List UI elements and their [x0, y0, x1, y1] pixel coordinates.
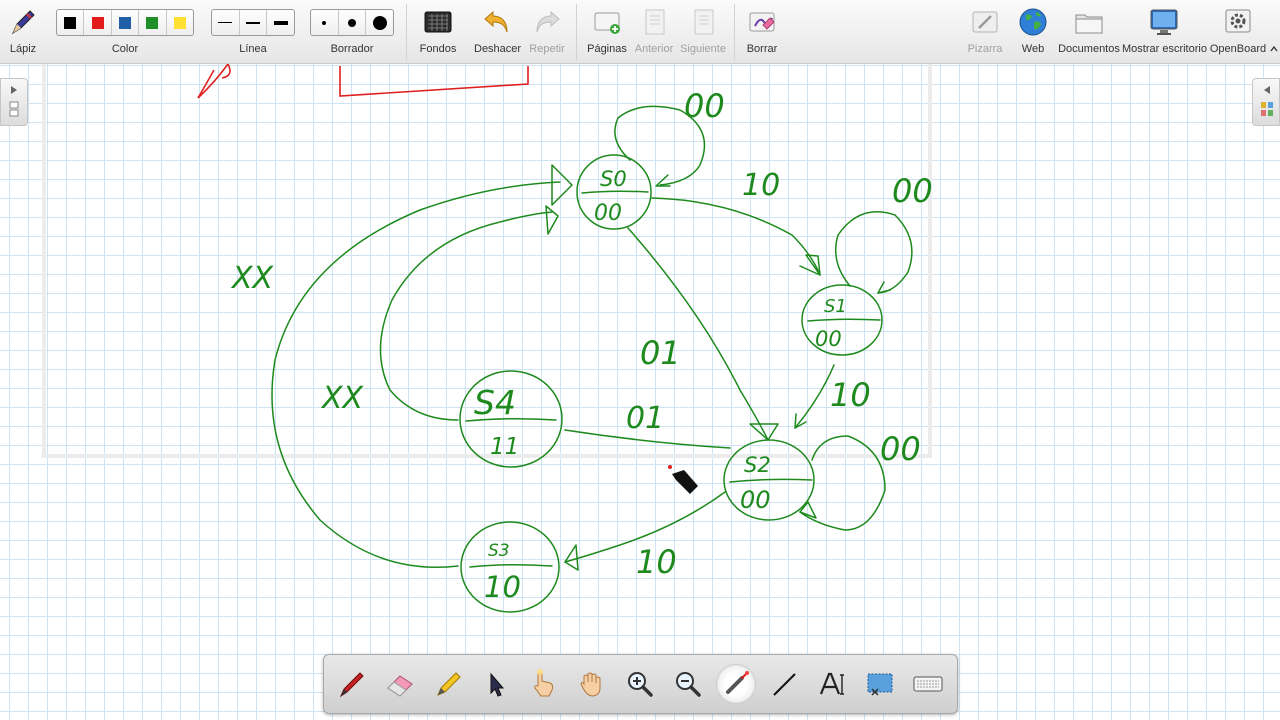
- web-label: Web: [1021, 43, 1045, 55]
- chevron-up-icon: [1270, 45, 1278, 52]
- toolbar-divider: [734, 4, 735, 60]
- line-group: Línea: [211, 0, 295, 64]
- pan-hand-icon: [580, 672, 601, 697]
- documents-button[interactable]: Documentos: [1058, 0, 1120, 64]
- keyboard-icon: [913, 676, 943, 692]
- left-panel-toggle[interactable]: [0, 78, 28, 126]
- zoom-in-icon: [628, 672, 653, 697]
- redo-button[interactable]: Repetir: [524, 0, 570, 64]
- eraser-label: Borrador: [330, 43, 374, 55]
- show-desktop-button[interactable]: Mostrar escritorio: [1122, 0, 1207, 64]
- eraser-icon: [387, 675, 413, 697]
- globe-icon: [1019, 8, 1047, 36]
- board-mode-button[interactable]: Pizarra: [964, 0, 1006, 64]
- color-label: Color: [111, 43, 139, 55]
- tool-dock: [323, 654, 958, 714]
- highlighter-tool[interactable]: [428, 664, 468, 704]
- pen-icon: [339, 672, 364, 698]
- documents-label: Documentos: [1058, 43, 1120, 55]
- web-mode-button[interactable]: Web: [1012, 0, 1054, 64]
- clear-page-button[interactable]: Borrar: [740, 0, 784, 64]
- select-tool[interactable]: [476, 664, 516, 704]
- board-icon: [972, 11, 998, 33]
- library-icon: [1261, 102, 1273, 116]
- pen-label: Lápiz: [9, 43, 37, 55]
- settings-gear-icon: [1225, 9, 1251, 33]
- laser-pointer-tool[interactable]: [716, 664, 756, 704]
- right-panel-toggle[interactable]: [1252, 78, 1280, 126]
- text-tool[interactable]: [812, 664, 852, 704]
- openboard-label: OpenBoard: [1209, 43, 1267, 55]
- backgrounds-button[interactable]: Fondos: [414, 0, 462, 64]
- virtual-keyboard-tool[interactable]: [908, 664, 948, 704]
- interact-tool[interactable]: [524, 664, 564, 704]
- pen-tool-button[interactable]: Lápiz: [4, 0, 42, 64]
- eraser-group: Borrador: [310, 0, 394, 64]
- clear-page-icon: [749, 12, 775, 32]
- redo-icon: [536, 10, 560, 33]
- redo-label: Repetir: [529, 43, 565, 55]
- openboard-menu-button[interactable]: OpenBoard: [1208, 0, 1268, 64]
- previous-page-icon: [645, 9, 665, 35]
- zoom-out-tool[interactable]: [668, 664, 708, 704]
- highlighter-icon: [437, 672, 461, 696]
- board-canvas[interactable]: [0, 64, 1280, 720]
- pages-label: Páginas: [587, 43, 627, 55]
- folder-icon: [1075, 14, 1103, 34]
- backgrounds-label: Fondos: [419, 43, 457, 55]
- top-toolbar: Lápiz Color Línea Borrador Fondos Deshac…: [0, 0, 1280, 64]
- toolbar-divider: [576, 4, 577, 60]
- laser-pointer-icon: [726, 671, 749, 694]
- capture-tool[interactable]: [860, 664, 900, 704]
- color-group: Color: [56, 0, 194, 64]
- previous-label: Anterior: [634, 43, 674, 55]
- backgrounds-icon: [424, 11, 452, 33]
- pen-tool[interactable]: [332, 664, 372, 704]
- expand-left-icon: [1264, 86, 1270, 94]
- desktop-label: Mostrar escritorio: [1122, 43, 1207, 55]
- select-arrow-icon: [490, 672, 505, 697]
- line-tool[interactable]: [764, 664, 804, 704]
- previous-page-button[interactable]: Anterior: [632, 0, 676, 64]
- new-page-icon: [594, 12, 620, 34]
- zoom-in-tool[interactable]: [620, 664, 660, 704]
- text-tool-icon: [819, 672, 844, 695]
- line-label: Línea: [239, 43, 267, 55]
- undo-label: Deshacer: [474, 43, 522, 55]
- capture-icon: [867, 673, 893, 696]
- line-tool-icon: [773, 673, 796, 696]
- undo-icon: [484, 10, 508, 33]
- interact-hand-icon: [534, 669, 554, 697]
- monitor-icon: [1150, 9, 1178, 35]
- openboard-dropdown[interactable]: [1268, 0, 1280, 64]
- next-page-icon: [694, 9, 714, 35]
- pan-tool[interactable]: [572, 664, 612, 704]
- pen-icon: [11, 10, 35, 35]
- next-page-button[interactable]: Siguiente: [680, 0, 726, 64]
- board-label: Pizarra: [967, 43, 1003, 55]
- pages-button[interactable]: Páginas: [584, 0, 630, 64]
- pages-list-icon: [9, 101, 19, 117]
- undo-button[interactable]: Deshacer: [474, 0, 522, 64]
- toolbar-divider: [406, 4, 407, 60]
- zoom-out-icon: [676, 672, 701, 697]
- eraser-tool[interactable]: [380, 664, 420, 704]
- next-label: Siguiente: [680, 43, 726, 55]
- clear-label: Borrar: [746, 43, 778, 55]
- expand-right-icon: [11, 86, 17, 94]
